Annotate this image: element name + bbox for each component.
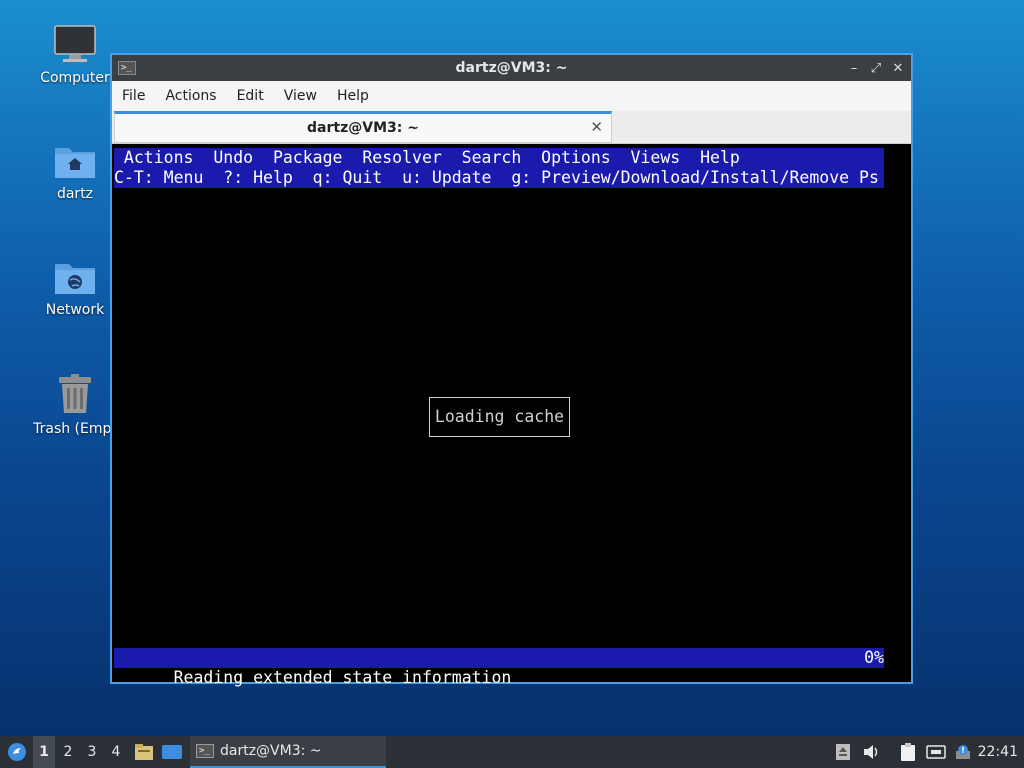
tray-updates[interactable] xyxy=(835,736,853,768)
notification-icon xyxy=(956,745,970,759)
tab-terminal[interactable]: dartz@VM3: ~ ✕ xyxy=(114,111,612,143)
menu-help[interactable]: Help xyxy=(337,88,369,104)
file-manager-icon xyxy=(135,744,153,760)
workspace-1[interactable]: 1 xyxy=(33,736,55,768)
menu-edit[interactable]: Edit xyxy=(237,88,264,104)
network-icon xyxy=(926,745,946,759)
tab-close-icon[interactable]: ✕ xyxy=(590,118,603,136)
aptitude-keys-line: C-T: Menu ?: Help q: Quit u: Update g: P… xyxy=(114,168,884,188)
terminal-task-icon: >_ xyxy=(196,744,214,758)
monitor-icon xyxy=(54,25,96,62)
file-manager-launcher[interactable] xyxy=(134,736,156,768)
loading-dialog: Loading cache xyxy=(429,397,570,437)
window-controls: – ⤢ ✕ xyxy=(847,61,905,76)
tray-volume[interactable] xyxy=(862,736,882,768)
eject-icon xyxy=(836,744,850,760)
app-menu-icon xyxy=(8,743,26,761)
clipboard-icon xyxy=(901,743,915,761)
start-menu-button[interactable] xyxy=(4,736,30,768)
status-line: Reading extended state information 0% xyxy=(114,648,884,687)
trash-icon xyxy=(59,374,91,413)
tray-clipboard[interactable] xyxy=(899,736,919,768)
tray-network[interactable] xyxy=(926,736,948,768)
desktop-icon-label: Computer xyxy=(40,70,110,86)
workspace-3[interactable]: 3 xyxy=(81,736,103,768)
show-desktop-button[interactable] xyxy=(161,736,185,768)
aptitude-menu-line[interactable]: Actions Undo Package Resolver Search Opt… xyxy=(114,148,884,168)
terminal-window: >_ dartz@VM3: ~ – ⤢ ✕ File Actions Edit … xyxy=(110,53,913,687)
desktop-icon-home[interactable]: dartz xyxy=(29,142,121,202)
network-folder-icon xyxy=(55,264,95,294)
desktop-icon-trash[interactable]: Trash (Empt xyxy=(29,373,121,437)
taskbar-task-terminal[interactable]: >_ dartz@VM3: ~ xyxy=(190,736,386,768)
desktop-icon-label: dartz xyxy=(56,186,94,202)
clock[interactable]: 22:41 xyxy=(978,736,1018,768)
terminal-scrollbar[interactable] xyxy=(885,144,911,682)
workspace-4[interactable]: 4 xyxy=(105,736,127,768)
terminal-area[interactable]: Actions Undo Package Resolver Search Opt… xyxy=(112,144,911,687)
close-icon[interactable]: ✕ xyxy=(891,61,905,76)
task-label: dartz@VM3: ~ xyxy=(220,743,322,759)
home-folder-icon xyxy=(55,148,95,178)
minimize-icon[interactable]: – xyxy=(847,61,861,76)
desktop-icon-network[interactable]: Network xyxy=(29,258,121,318)
window-title: dartz@VM3: ~ xyxy=(455,60,568,76)
menu-bar: File Actions Edit View Help xyxy=(112,81,911,111)
menu-view[interactable]: View xyxy=(284,88,317,104)
terminal-app-icon: >_ xyxy=(118,61,136,75)
menu-actions[interactable]: Actions xyxy=(165,88,216,104)
menu-file[interactable]: File xyxy=(122,88,145,104)
tab-label: dartz@VM3: ~ xyxy=(307,120,419,136)
status-text: Reading extended state information xyxy=(173,668,512,687)
status-percent: 0% xyxy=(864,648,884,667)
volume-icon xyxy=(864,745,878,759)
desktop-icon-label: Trash (Empt xyxy=(33,421,117,437)
tab-bar: dartz@VM3: ~ ✕ xyxy=(112,111,911,144)
desktop-icon-label: Network xyxy=(45,302,105,318)
tray-notifications[interactable] xyxy=(954,736,974,768)
workspace-2[interactable]: 2 xyxy=(57,736,79,768)
maximize-icon[interactable]: ⤢ xyxy=(869,61,883,76)
desktop-icon xyxy=(162,745,182,759)
taskbar: 1 2 3 4 >_ dartz@VM3: ~ 22:41 xyxy=(0,736,1024,768)
desktop-icon-computer[interactable]: Computer xyxy=(29,24,121,86)
title-bar[interactable]: >_ dartz@VM3: ~ – ⤢ ✕ xyxy=(112,55,911,81)
